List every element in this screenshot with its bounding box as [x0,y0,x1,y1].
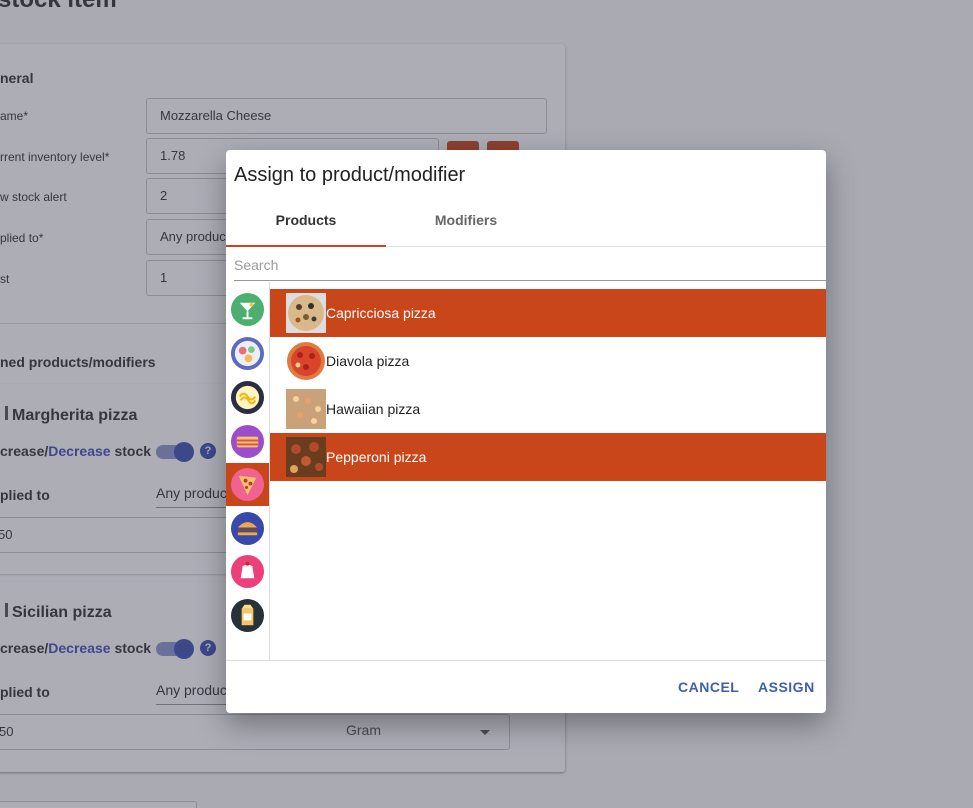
category-dessert[interactable] [226,550,269,593]
tab-products[interactable]: Products [226,206,386,246]
lasagna-icon [230,424,265,459]
category-burger[interactable] [226,507,269,550]
product-name: Capricciosa pizza [326,305,436,321]
product-name: Diavola pizza [326,353,410,369]
pasta-icon [230,380,265,415]
sushi-plate-icon [230,336,265,371]
pizza-thumbnail-icon [286,437,326,477]
product-row-capricciosa[interactable]: Capricciosa pizza [270,289,826,337]
pizza-thumbnail-icon [286,389,326,429]
category-pasta[interactable] [226,376,269,419]
product-name: Hawaiian pizza [326,401,421,417]
assign-button[interactable]: ASSIGN [758,679,815,695]
cancel-button[interactable]: CANCEL [678,679,739,695]
category-list [226,282,270,660]
burger-fries-icon [230,511,265,546]
dialog-title: Assign to product/modifier [234,164,466,186]
assign-dialog: Assign to product/modifier Products Modi… [226,150,826,713]
tab-bar: Products Modifiers [226,206,826,247]
pizza-slice-icon [230,467,265,502]
tab-indicator [226,245,386,247]
product-row-pepperoni[interactable]: Pepperoni pizza [270,433,826,481]
tab-modifiers[interactable]: Modifiers [386,206,546,246]
pizza-thumbnail-icon [286,341,326,381]
pudding-icon [230,554,265,589]
product-row-diavola[interactable]: Diavola pizza [270,337,826,385]
category-pizza[interactable] [226,463,269,506]
milk-carton-icon [230,598,265,633]
dialog-footer: CANCEL ASSIGN [226,660,826,713]
cocktail-icon [230,292,265,327]
pizza-thumbnail-icon [286,293,326,333]
product-list: Capricciosa pizza Diavola pizza Hawaiian… [270,289,826,481]
product-row-hawaiian[interactable]: Hawaiian pizza [270,385,826,433]
product-name: Pepperoni pizza [326,449,427,465]
category-cocktail[interactable] [226,288,269,331]
category-sushi[interactable] [226,332,269,375]
search-input[interactable] [234,250,826,281]
category-lasagna[interactable] [226,420,269,463]
category-drinks[interactable] [226,594,269,637]
